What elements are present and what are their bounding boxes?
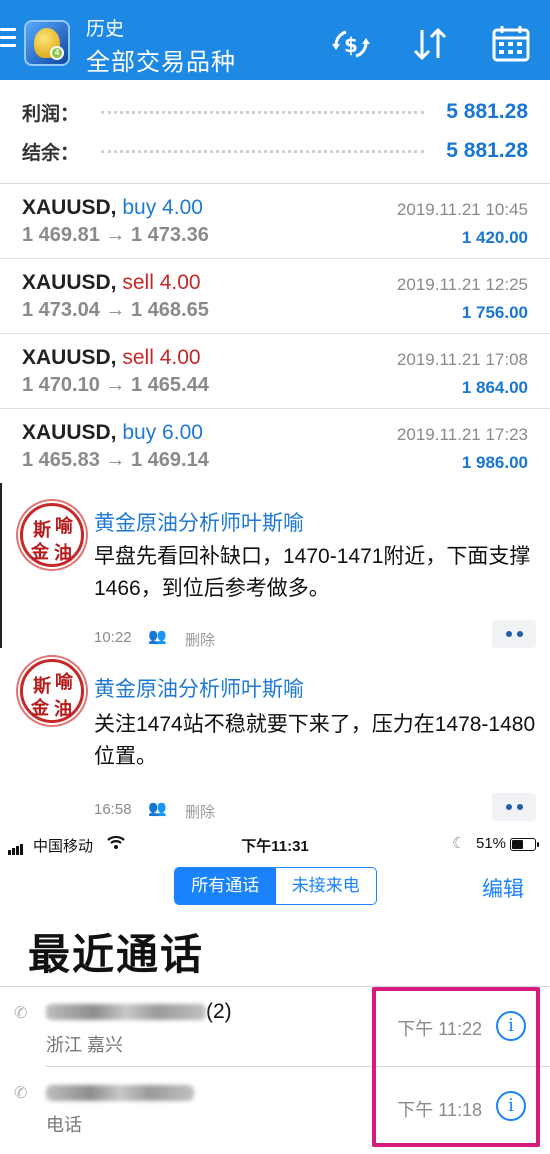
deal-row[interactable]: XAUUSD, sell 4.00 1 473.04 → 1 468.65 20…	[0, 259, 550, 334]
more-button[interactable]	[492, 793, 536, 821]
phone-icon: ✆	[14, 1005, 28, 1022]
profit-value: 5 881.28	[446, 100, 528, 123]
delete-link[interactable]: 删除	[185, 629, 215, 650]
message-author[interactable]: 黄金原油分析师叶斯喻	[94, 507, 304, 537]
deal-action: sell 4.00	[122, 271, 201, 294]
balance-label: 结余：	[22, 142, 80, 164]
deal-symbol: XAUUSD, sell 4.00	[22, 346, 201, 369]
deal-profit: 1 864.00	[461, 378, 528, 397]
people-icon: 👥	[148, 800, 167, 817]
deal-prices: 1 473.04 → 1 468.65	[22, 299, 209, 321]
deal-profit: 1 420.00	[461, 228, 528, 247]
delete-link[interactable]: 删除	[185, 801, 215, 822]
status-bar: 中国移动 下午11:31 ☾ 51%	[0, 829, 550, 859]
deal-symbol: XAUUSD, buy 4.00	[22, 196, 203, 219]
author-avatar[interactable]: 斯 喻 金 油	[20, 659, 84, 723]
profit-label: 利润：	[22, 103, 80, 125]
deal-row[interactable]: XAUUSD, sell 4.00 1 470.10 → 1 465.44 20…	[0, 334, 550, 409]
battery-percent: 51%	[476, 835, 507, 852]
deal-symbol: XAUUSD, sell 4.00	[22, 271, 201, 294]
more-button[interactable]	[492, 620, 536, 648]
menu-icon[interactable]	[0, 28, 16, 52]
header-title: 历史	[86, 19, 125, 40]
page-title: 最近通话	[28, 931, 205, 978]
summary-panel: 利润： 5 881.28 结余： 5 881.28	[0, 80, 550, 184]
deal-prices: 1 465.83 → 1 469.14	[22, 449, 209, 471]
deal-time: 2019.11.21 10:45	[396, 200, 528, 219]
app-logo-icon: 4	[24, 20, 70, 66]
profit-row: 利润： 5 881.28	[22, 97, 528, 127]
calendar-icon[interactable]	[490, 24, 532, 64]
deal-prices: 1 469.81 → 1 473.36	[22, 224, 209, 246]
app-header: 4 历史 全部交易品种 $	[0, 0, 550, 80]
people-icon: 👥	[148, 628, 167, 645]
redacted-name	[46, 1085, 194, 1102]
sort-icon[interactable]	[410, 24, 452, 64]
message-feed: 斯 喻 金 油 黄金原油分析师叶斯喻 早盘先看回补缺口，1470-1471附近，…	[0, 483, 550, 829]
deal-time: 2019.11.21 17:23	[396, 425, 528, 444]
deal-profit: 1 756.00	[461, 303, 528, 322]
author-avatar[interactable]: 斯 喻 金 油	[20, 503, 84, 567]
phone-icon: ✆	[14, 1085, 28, 1102]
redacted-number	[46, 1004, 206, 1021]
highlight-annotation	[372, 987, 540, 1147]
deal-row[interactable]: XAUUSD, buy 6.00 1 465.83 → 1 469.14 201…	[0, 409, 550, 484]
call-location: 浙江 嘉兴	[46, 1035, 124, 1055]
message-time: 16:58	[94, 801, 132, 818]
call-filter-segmented-control: 所有通话 未接来电	[174, 867, 377, 905]
message-item: 斯 喻 金 油 黄金原油分析师叶斯喻 早盘先看回补缺口，1470-1471附近，…	[0, 483, 550, 653]
moon-icon: ☾	[452, 835, 466, 852]
call-location: 电话	[46, 1115, 82, 1135]
call-contact: (2)	[46, 1000, 232, 1024]
deal-prices: 1 470.10 → 1 465.44	[22, 374, 209, 396]
deal-profit: 1 986.00	[461, 453, 528, 472]
call-contact	[46, 1081, 194, 1105]
balance-row: 结余： 5 881.28	[22, 136, 528, 166]
currency-exchange-icon[interactable]: $	[330, 24, 372, 64]
deal-row[interactable]: XAUUSD, buy 4.00 1 469.81 → 1 473.36 201…	[0, 184, 550, 259]
tab-all-calls[interactable]: 所有通话	[175, 868, 276, 904]
dotted-leader	[101, 110, 425, 114]
deal-action: sell 4.00	[122, 346, 201, 369]
balance-value: 5 881.28	[446, 139, 528, 162]
header-subtitle[interactable]: 全部交易品种	[86, 42, 236, 77]
deal-symbol: XAUUSD, buy 6.00	[22, 421, 203, 444]
status-time: 下午11:31	[241, 838, 309, 855]
svg-text:$: $	[344, 33, 358, 57]
message-text: 早盘先看回补缺口，1470-1471附近，下面支撑1466，到位后参考做多。	[94, 545, 531, 600]
message-author[interactable]: 黄金原油分析师叶斯喻	[94, 673, 304, 703]
message-time: 10:22	[94, 629, 132, 646]
dotted-leader	[101, 149, 425, 153]
deal-action: buy 6.00	[122, 421, 203, 444]
deal-time: 2019.11.21 17:08	[396, 350, 528, 369]
tab-missed-calls[interactable]: 未接来电	[276, 868, 377, 904]
message-text: 关注1474站不稳就要下来了，压力在1478-1480位置。	[94, 713, 536, 768]
deal-time: 2019.11.21 12:25	[396, 275, 528, 294]
deal-action: buy 4.00	[122, 196, 203, 219]
battery-icon	[510, 838, 539, 851]
message-item: 斯 喻 金 油 黄金原油分析师叶斯喻 关注1474站不稳就要下来了，压力在147…	[0, 653, 550, 823]
edit-button[interactable]: 编辑	[482, 873, 524, 903]
